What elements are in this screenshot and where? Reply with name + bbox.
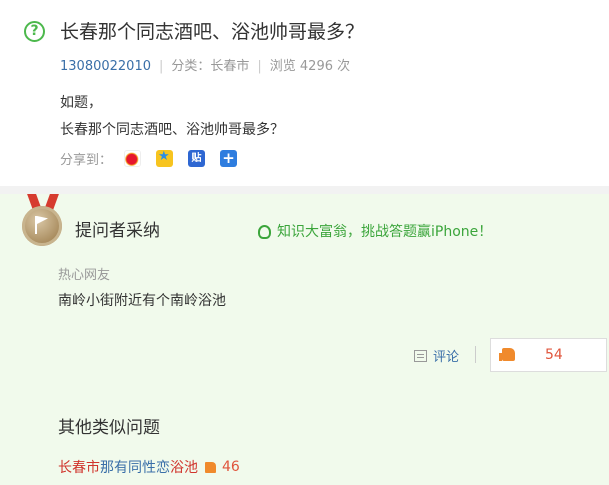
comment-label: 评论 <box>433 350 460 365</box>
question-body: 如题， 长春那个同志酒吧、浴池帅哥最多？ <box>60 90 284 144</box>
question-body-line: 长春那个同志酒吧、浴池帅哥最多？ <box>60 122 284 138</box>
like-button[interactable]: 54 <box>490 338 607 372</box>
flag-icon <box>35 216 51 234</box>
thumbs-up-icon <box>205 461 216 473</box>
thumbs-up-icon <box>499 348 515 361</box>
question-circle-icon: ? <box>24 21 45 42</box>
action-separator <box>475 346 476 363</box>
question-title: 长春那个同志酒吧、浴池帅哥最多？ <box>60 21 365 43</box>
gift-icon <box>258 225 271 239</box>
asker-user-link[interactable]: 13080022010 <box>60 59 151 74</box>
promo-link[interactable]: 知识大富翁，挑战答题赢iPhone！ <box>258 222 492 242</box>
question-page: ? 长春那个同志酒吧、浴池帅哥最多？ 13080022010 | 分类：长春市 | 浏览… <box>0 0 609 485</box>
accepted-answer-section: 提问者采纳 知识大富翁，挑战答题赢iPhone！ 热心网友 南岭小街附近有个南岭… <box>0 194 609 485</box>
question-meta: 13080022010 | 分类：长春市 | 浏览 4296 次 <box>60 58 350 76</box>
similar-question-link[interactable]: 长春市 那有同性恋 浴池 46 <box>58 457 240 477</box>
similar-questions-title: 其他类似问题 <box>58 418 160 438</box>
weibo-icon[interactable] <box>124 149 142 167</box>
more-share-icon[interactable]: + <box>220 149 238 167</box>
similar-question-text: 那有同性恋 <box>100 460 170 476</box>
view-count: 浏览 4296 次 <box>269 59 351 74</box>
meta-separator: | <box>158 59 164 74</box>
medal-icon <box>22 206 62 246</box>
similar-question-keyword: 浴池 <box>170 460 198 476</box>
answer-text: 南岭小街附近有个南岭浴池 <box>58 293 226 309</box>
share-bar: 分享到： 贴 + <box>60 148 252 168</box>
similar-like-count: 46 <box>222 459 240 475</box>
section-divider <box>0 186 609 194</box>
share-label: 分享到： <box>60 152 113 168</box>
similar-question-keyword: 长春市 <box>58 460 100 476</box>
category-label[interactable]: 分类：长春市 <box>171 59 249 74</box>
comment-icon <box>414 349 427 362</box>
accepted-answer-title: 提问者采纳 <box>75 221 160 241</box>
promo-text: 知识大富翁，挑战答题赢iPhone！ <box>277 224 493 240</box>
qzone-icon[interactable] <box>156 149 174 167</box>
meta-separator: | <box>257 59 262 74</box>
answerer-name: 热心网友 <box>58 268 111 283</box>
comment-button[interactable]: 评论 <box>414 346 459 365</box>
like-count: 54 <box>545 347 563 363</box>
tieba-icon[interactable]: 贴 <box>188 149 206 167</box>
question-body-line: 如题， <box>60 95 102 111</box>
